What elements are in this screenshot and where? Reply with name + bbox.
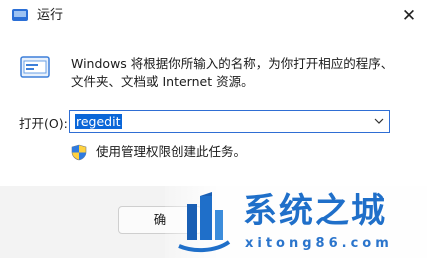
uac-shield-icon — [71, 144, 87, 161]
open-input-value[interactable]: regedit — [75, 114, 122, 129]
chevron-down-icon[interactable] — [374, 117, 384, 125]
dialog-content: Windows 将根据你所输入的名称，为你打开相应的程序、 文件夹、文档或 In… — [0, 31, 427, 186]
site-logo-icon — [178, 192, 231, 253]
close-button[interactable]: ✕ — [391, 0, 427, 31]
description-line-1: Windows 将根据你所输入的名称，为你打开相应的程序、 — [71, 56, 394, 71]
watermark-domain: xitong86.com — [245, 236, 393, 251]
dialog-description: Windows 将根据你所输入的名称，为你打开相应的程序、 文件夹、文档或 In… — [71, 55, 411, 91]
run-dialog: 运行 ✕ Windows 将根据你所输入的名称，为你打开相应的程序、 文件夹、文… — [0, 0, 427, 258]
site-watermark: 系统之城 xitong86.com — [165, 184, 427, 258]
open-combobox[interactable]: regedit — [69, 110, 390, 133]
watermark-name: 系统之城 — [243, 191, 387, 231]
admin-note: 使用管理权限创建此任务。 — [96, 144, 247, 159]
app-run-icon — [12, 9, 28, 21]
window-title: 运行 — [37, 8, 64, 23]
description-line-2: 文件夹、文档或 Internet 资源。 — [71, 74, 254, 89]
open-label: 打开(O): — [19, 116, 68, 131]
title-bar: 运行 ✕ — [0, 0, 427, 31]
close-icon: ✕ — [401, 5, 417, 26]
run-dialog-icon — [20, 56, 50, 78]
